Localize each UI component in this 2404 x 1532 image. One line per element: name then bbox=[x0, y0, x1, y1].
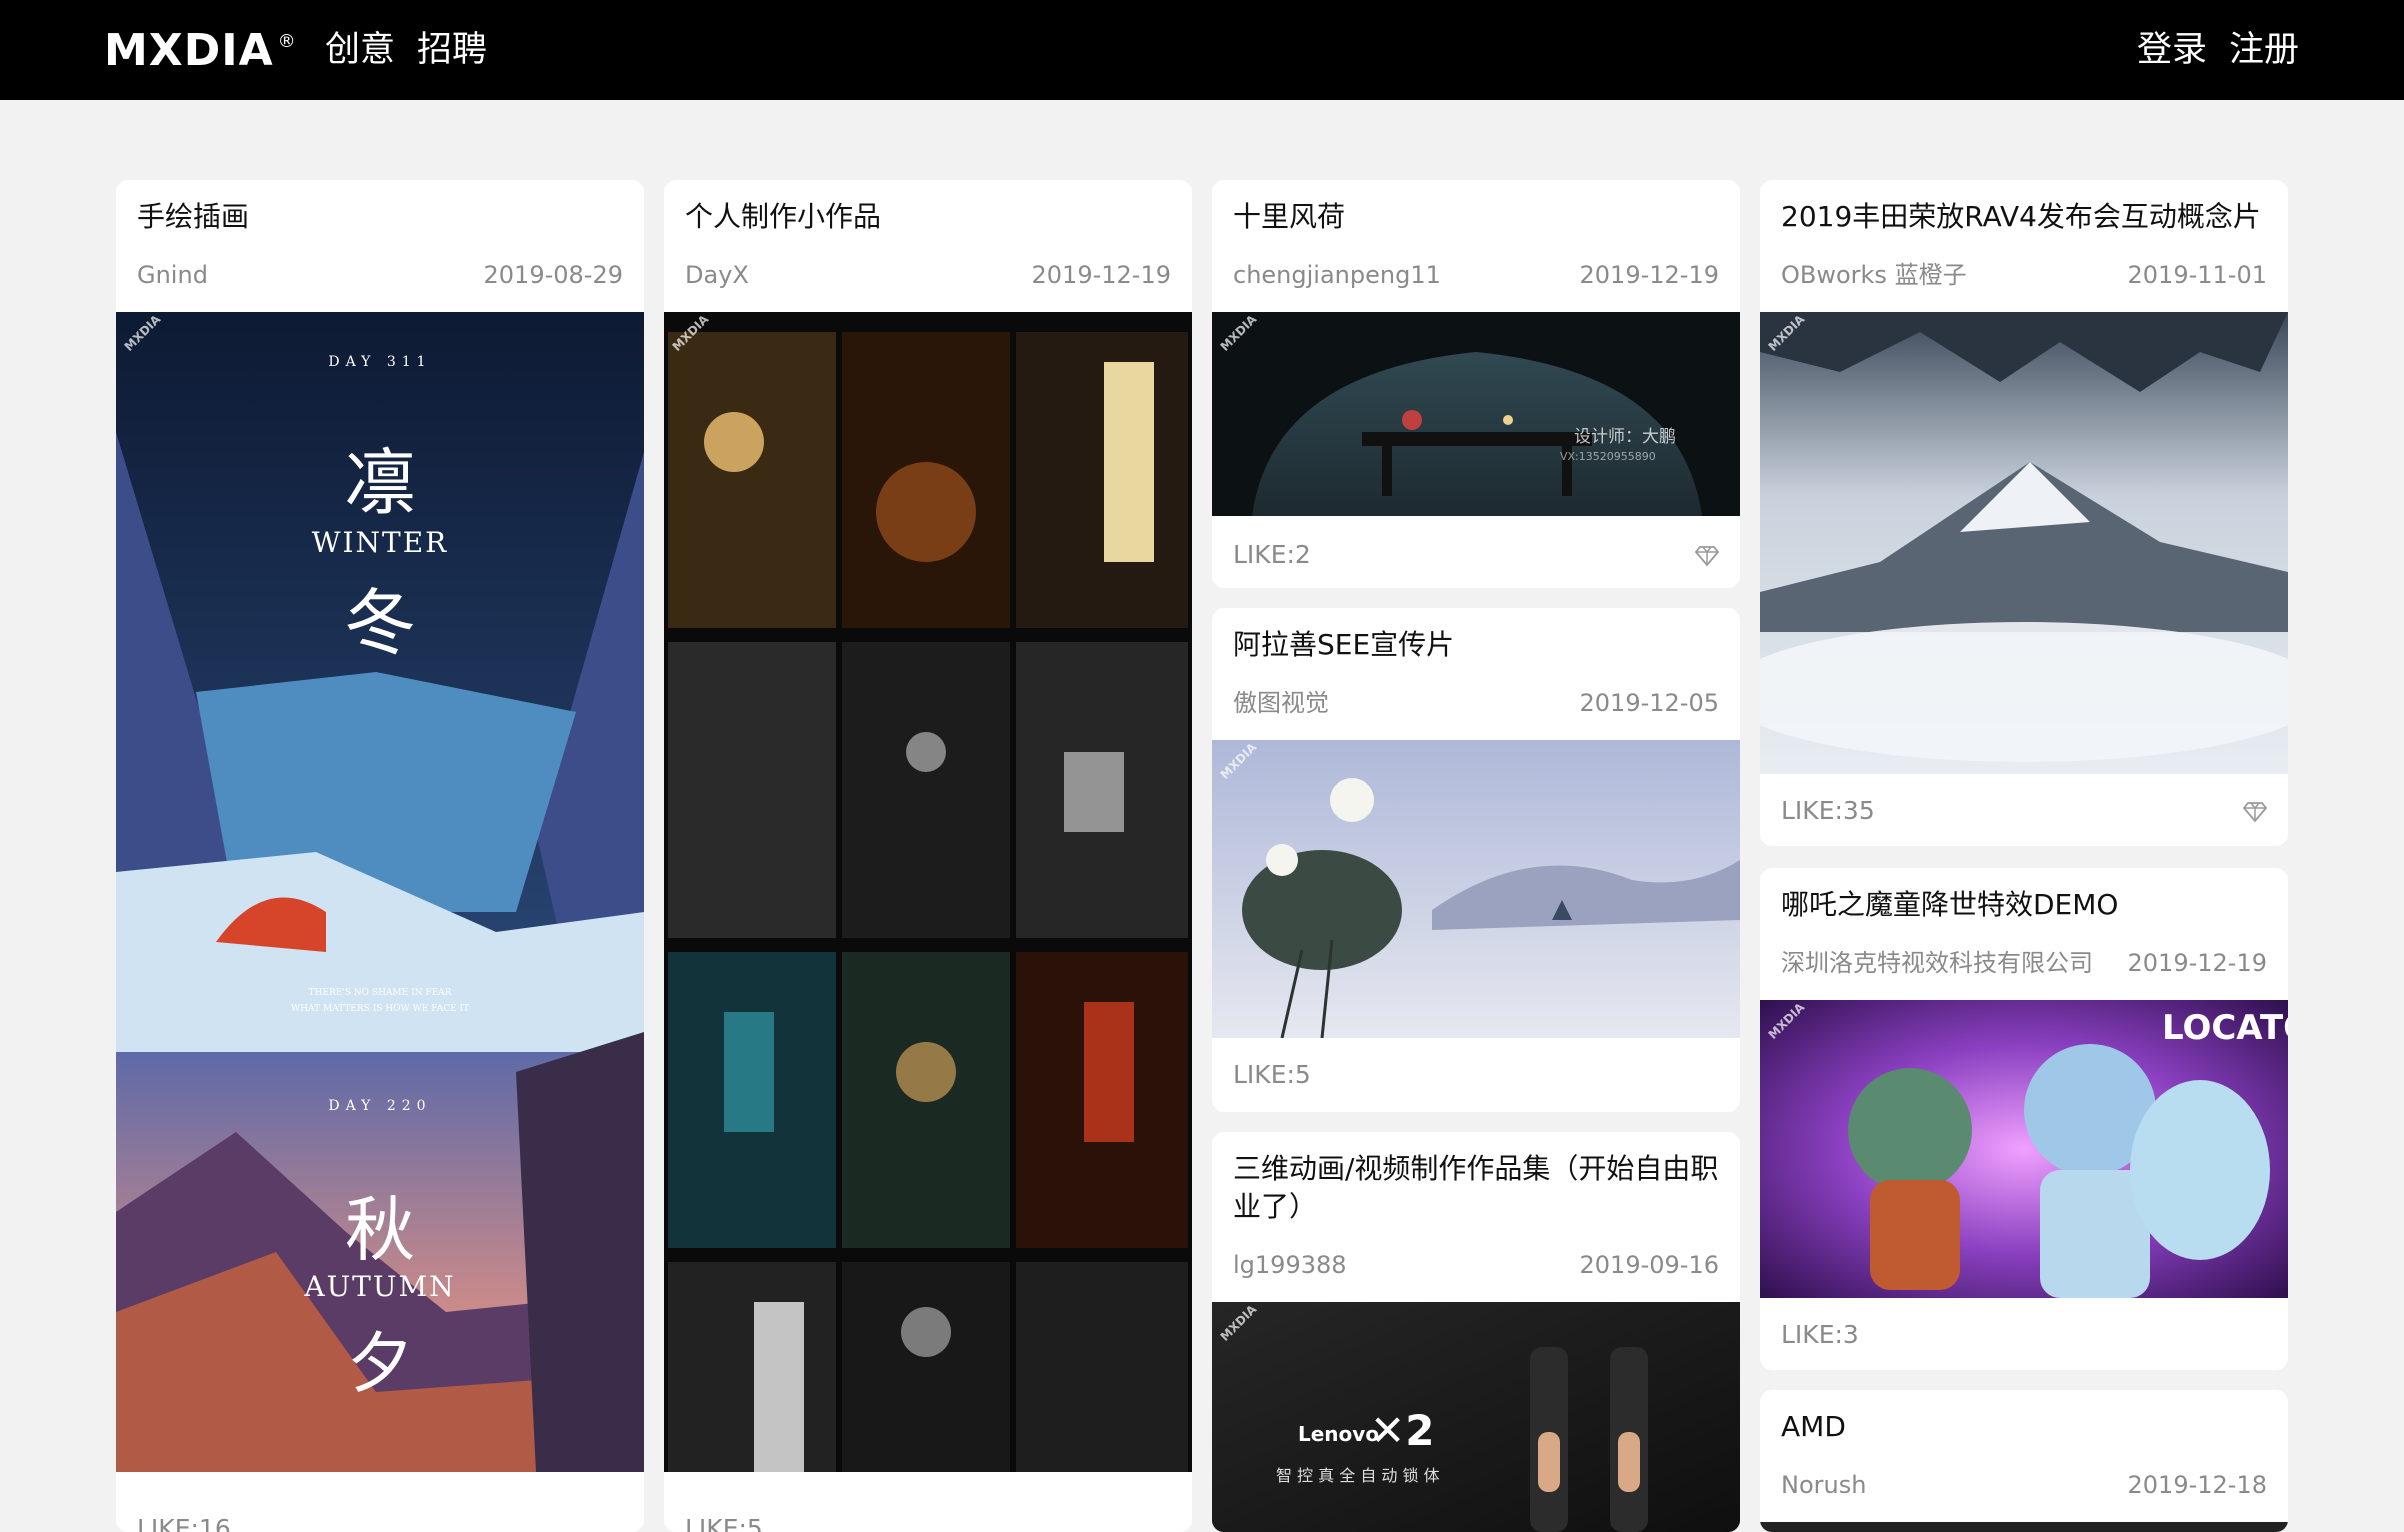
like-row: LIKE:35 bbox=[1781, 796, 2267, 825]
product-model: ✕2 bbox=[1370, 1406, 1435, 1455]
card-date: 2019-12-19 bbox=[2127, 949, 2267, 977]
like-row: LIKE:3 bbox=[1781, 1320, 2267, 1349]
like-count: LIKE:16 bbox=[137, 1514, 231, 1532]
diamond-icon[interactable] bbox=[1695, 543, 1719, 567]
card-meta: lg199388 2019-09-16 bbox=[1233, 1250, 1719, 1280]
card-thumbnail[interactable] bbox=[1760, 1522, 2288, 1532]
autumn-char-bottom: 夕 bbox=[347, 1325, 413, 1402]
diamond-icon[interactable] bbox=[2243, 799, 2267, 823]
card-date: 2019-12-19 bbox=[1031, 261, 1171, 289]
card-thumbnail[interactable]: MXDIA Lenovo ✕2 智 控 真 全 自 动 锁 体 bbox=[1212, 1302, 1740, 1532]
smart-lock-image bbox=[1212, 1302, 1740, 1532]
brand-name: Lenovo bbox=[1298, 1422, 1380, 1446]
card-date: 2019-12-18 bbox=[2127, 1471, 2267, 1499]
like-row: LIKE:16 bbox=[137, 1514, 623, 1532]
work-card[interactable]: 十里风荷 chengjianpeng11 2019-12-19 MXDIA 设计… bbox=[1212, 180, 1740, 588]
designer-credit: 设计师：大鹏 bbox=[1574, 427, 1676, 447]
product-tagline: 智 控 真 全 自 动 锁 体 bbox=[1276, 1466, 1440, 1485]
work-card[interactable]: 2019丰田荣放RAV4发布会互动概念片 OBworks 蓝橙子 2019-11… bbox=[1760, 180, 2288, 846]
top-nav-bar: MXDIA ® 创意 招聘 登录 注册 bbox=[0, 0, 2404, 100]
card-date: 2019-11-01 bbox=[2127, 261, 2267, 289]
card-date: 2019-12-19 bbox=[1579, 261, 1719, 289]
like-row: LIKE:5 bbox=[685, 1514, 1171, 1532]
card-author[interactable]: chengjianpeng11 bbox=[1233, 260, 1441, 290]
like-count: LIKE:5 bbox=[685, 1514, 763, 1532]
card-thumbnail[interactable]: MXDIA bbox=[1760, 312, 2288, 774]
registered-mark: ® bbox=[277, 30, 297, 52]
card-author[interactable]: 深圳洛克特视效科技有限公司 bbox=[1781, 948, 2093, 978]
card-author[interactable]: lg199388 bbox=[1233, 1250, 1347, 1280]
card-thumbnail[interactable]: MXDIA 设计师：大鹏 VX:13520955890 bbox=[1212, 312, 1740, 516]
like-count: LIKE:3 bbox=[1781, 1320, 1859, 1349]
caption-line-2: WHAT MATTERS IS HOW WE FACE IT bbox=[290, 1004, 470, 1014]
card-title: 阿拉善SEE宣传片 bbox=[1233, 628, 1455, 661]
card-meta: OBworks 蓝橙子 2019-11-01 bbox=[1781, 260, 2267, 290]
day-label-autumn: DAY 220 bbox=[328, 1098, 432, 1114]
card-thumbnail[interactable]: MXDIA bbox=[664, 312, 1192, 1472]
logo-overlay-text: LOCATO bbox=[2162, 1008, 2288, 1048]
logo-text: MXDIA bbox=[104, 24, 274, 76]
card-title: 2019丰田荣放RAV4发布会互动概念片 bbox=[1781, 200, 2261, 233]
work-card[interactable]: 哪吒之魔童降世特效DEMO 深圳洛克特视效科技有限公司 2019-12-19 M… bbox=[1760, 868, 2288, 1370]
card-title: 哪吒之魔童降世特效DEMO bbox=[1781, 888, 2119, 921]
work-card[interactable]: 个人制作小作品 DayX 2019-12-19 MXDIA LIKE:5 bbox=[664, 180, 1192, 1532]
like-count: LIKE:2 bbox=[1233, 540, 1311, 569]
card-date: 2019-12-05 bbox=[1579, 689, 1719, 717]
like-count: LIKE:5 bbox=[1233, 1060, 1311, 1089]
like-row: LIKE:2 bbox=[1233, 540, 1719, 569]
card-title: 手绘插画 bbox=[137, 200, 250, 233]
card-meta: 深圳洛克特视效科技有限公司 2019-12-19 bbox=[1781, 948, 2267, 978]
card-title: 个人制作小作品 bbox=[685, 200, 882, 233]
card-meta: Norush 2019-12-18 bbox=[1781, 1470, 2267, 1500]
card-date: 2019-08-29 bbox=[483, 261, 623, 289]
work-card[interactable]: 三维动画/视频制作作品集（开始自由职业了） lg199388 2019-09-1… bbox=[1212, 1132, 1740, 1532]
card-title: 十里风荷 bbox=[1233, 200, 1346, 233]
nav-item-creative[interactable]: 创意 bbox=[325, 26, 395, 74]
card-author[interactable]: Gnind bbox=[137, 260, 208, 290]
like-row: LIKE:5 bbox=[1233, 1060, 1719, 1089]
card-meta: chengjianpeng11 2019-12-19 bbox=[1233, 260, 1719, 290]
lotus-lake-image bbox=[1212, 740, 1740, 1038]
nav-item-jobs[interactable]: 招聘 bbox=[417, 26, 487, 74]
card-thumbnail[interactable]: MXDIA LOCATO bbox=[1760, 1000, 2288, 1298]
card-thumbnail[interactable]: MXDIA DAY 311 凛 WINTER 冬 THERE'S NO SHAM… bbox=[116, 312, 644, 1472]
card-author[interactable]: Norush bbox=[1781, 1470, 1866, 1500]
caption-line-1: THERE'S NO SHAME IN FEAR bbox=[308, 988, 452, 998]
winter-char-bottom: 冬 bbox=[343, 581, 416, 665]
card-title: AMD bbox=[1781, 1410, 1846, 1443]
card-meta: DayX 2019-12-19 bbox=[685, 260, 1171, 290]
day-label-winter: DAY 311 bbox=[328, 354, 432, 370]
night-street-grid bbox=[664, 312, 1192, 1472]
winter-label: WINTER bbox=[311, 526, 449, 559]
lotus-scene-image bbox=[1212, 312, 1740, 516]
card-date: 2019-09-16 bbox=[1579, 1251, 1719, 1279]
card-author[interactable]: 傲图视觉 bbox=[1233, 688, 1329, 718]
snow-mountain-image bbox=[1760, 312, 2288, 774]
work-card[interactable]: 手绘插画 Gnind 2019-08-29 MXDIA DAY 311 凛 WI… bbox=[116, 180, 644, 1532]
work-card[interactable]: AMD Norush 2019-12-18 bbox=[1760, 1390, 2288, 1532]
model-number: 2 bbox=[1405, 1406, 1435, 1455]
autumn-label: AUTUMN bbox=[304, 1270, 456, 1303]
card-meta: 傲图视觉 2019-12-05 bbox=[1233, 688, 1719, 718]
register-link[interactable]: 注册 bbox=[2229, 26, 2299, 74]
card-author[interactable]: OBworks 蓝橙子 bbox=[1781, 260, 1967, 290]
main-nav: 创意 招聘 bbox=[325, 26, 487, 74]
card-author[interactable]: DayX bbox=[685, 260, 749, 290]
designer-contact: VX:13520955890 bbox=[1560, 450, 1656, 463]
autumn-char-top: 秋 bbox=[345, 1189, 415, 1271]
auth-links: 登录 注册 bbox=[2137, 26, 2299, 74]
mxdia-logo[interactable]: MXDIA ® bbox=[104, 22, 297, 78]
like-count: LIKE:35 bbox=[1781, 796, 1875, 825]
card-title: 三维动画/视频制作作品集（开始自由职业了） bbox=[1233, 1152, 1719, 1223]
winter-char-top: 凛 bbox=[343, 441, 416, 525]
card-thumbnail[interactable]: MXDIA bbox=[1212, 740, 1740, 1038]
work-card[interactable]: 阿拉善SEE宣传片 傲图视觉 2019-12-05 MXDIA LIKE:5 bbox=[1212, 608, 1740, 1112]
login-link[interactable]: 登录 bbox=[2137, 26, 2207, 74]
card-meta: Gnind 2019-08-29 bbox=[137, 260, 623, 290]
